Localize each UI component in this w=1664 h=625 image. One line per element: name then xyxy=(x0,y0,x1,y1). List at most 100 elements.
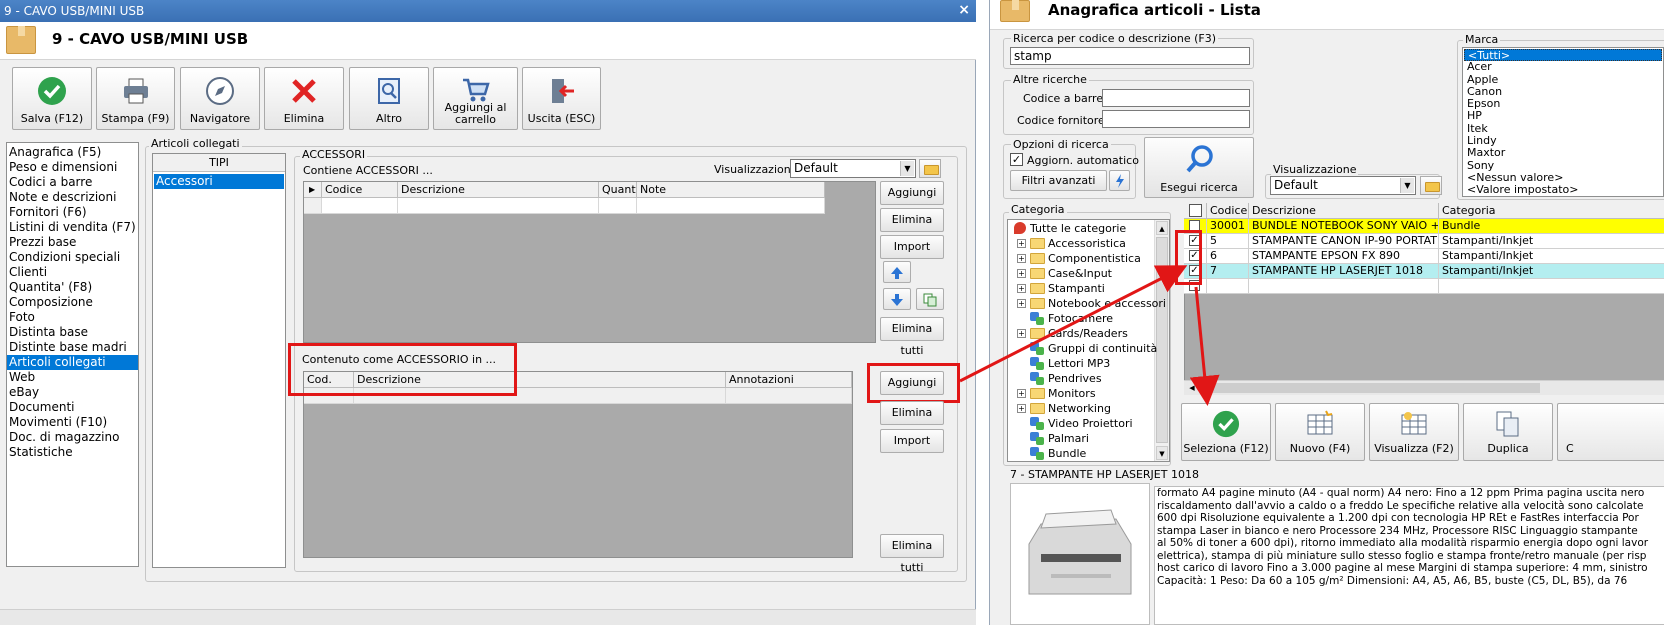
folder-icon[interactable] xyxy=(1420,176,1442,195)
contained-in-grid[interactable]: Cod. Descrizione Annotazioni xyxy=(303,371,853,558)
sidebar-item[interactable]: Doc. di magazzino xyxy=(7,430,138,445)
sidebar-item[interactable]: Distinte base madri xyxy=(7,340,138,355)
table-cell[interactable] xyxy=(322,198,398,214)
sidebar-item[interactable]: Distinta base xyxy=(7,325,138,340)
table-row[interactable]: ✓ 7 STAMPANTE HP LASERJET 1018 Stampanti/In… xyxy=(1184,264,1664,279)
search-input[interactable]: stamp xyxy=(1010,47,1250,65)
close-icon[interactable]: × xyxy=(958,2,970,18)
brand-item[interactable]: <Valore impostato> xyxy=(1464,184,1662,196)
move-down-button[interactable] xyxy=(883,288,911,310)
delete-all-accessories-button[interactable]: Elimina tutti xyxy=(880,317,944,357)
types-item-accessori[interactable]: Accessori xyxy=(154,174,284,189)
section-nav-list[interactable]: Anagrafica (F5) Peso e dimensioni Codici a… xyxy=(6,142,139,567)
col-descrizione[interactable]: Descrizione xyxy=(1248,203,1438,218)
sidebar-item[interactable]: eBay xyxy=(7,385,138,400)
expand-icon[interactable]: + xyxy=(1017,404,1026,413)
new-button[interactable]: Nuovo (F4) xyxy=(1275,403,1365,461)
view-record-button[interactable]: Visualizza (F2) xyxy=(1369,403,1459,461)
table-cell[interactable] xyxy=(599,198,637,214)
scroll-thumb[interactable] xyxy=(1200,383,1540,393)
auto-update-checkbox[interactable]: ✓ xyxy=(1010,153,1023,166)
table-row[interactable] xyxy=(304,198,322,214)
category-item[interactable]: Tutte le categorie xyxy=(1030,221,1126,236)
category-item[interactable]: Fotocamere xyxy=(1048,311,1113,326)
category-item[interactable]: Networking xyxy=(1048,401,1111,416)
brand-item[interactable]: <Tutti> xyxy=(1464,49,1662,62)
print-button[interactable]: Stampa (F9) xyxy=(96,67,175,130)
chevron-down-icon[interactable]: ▼ xyxy=(1400,178,1414,193)
category-item[interactable]: Stampanti xyxy=(1048,281,1105,296)
col-descrizione[interactable]: Descrizione xyxy=(398,182,599,198)
category-item[interactable]: Pendrives xyxy=(1048,371,1102,386)
folder-icon[interactable] xyxy=(919,159,941,178)
table-cell[interactable] xyxy=(726,388,852,404)
scroll-thumb[interactable] xyxy=(1156,237,1168,443)
sidebar-item[interactable]: Foto xyxy=(7,310,138,325)
sidebar-item[interactable]: Movimenti (F10) xyxy=(7,415,138,430)
col-annotazioni[interactable]: Annotazioni xyxy=(726,372,852,388)
sidebar-item[interactable]: Web xyxy=(7,370,138,385)
category-item[interactable]: Accessoristica xyxy=(1048,236,1126,251)
expand-icon[interactable]: + xyxy=(1017,269,1026,278)
sidebar-item[interactable]: Anagrafica (F5) xyxy=(7,145,138,160)
sidebar-item[interactable]: Clienti xyxy=(7,265,138,280)
advanced-filters-button[interactable]: Filtri avanzati xyxy=(1010,170,1107,191)
delete-all-containers-button[interactable]: Elimina tutti xyxy=(880,534,944,574)
category-item[interactable]: Video Proiettori xyxy=(1048,416,1133,431)
delete-button[interactable]: Elimina xyxy=(264,67,344,130)
sidebar-item[interactable]: Codici a barre xyxy=(7,175,138,190)
expand-icon[interactable]: + xyxy=(1017,329,1026,338)
brand-list[interactable]: <Tutti> Acer Apple Canon Epson HP Itek Lindy Max… xyxy=(1462,47,1664,197)
copy-button[interactable] xyxy=(916,288,944,310)
scroll-left-icon[interactable]: ◀ xyxy=(1186,382,1198,394)
h-scrollbar[interactable]: ◀ xyxy=(1184,380,1664,395)
add-to-cart-button[interactable]: Aggiungi al carrello xyxy=(433,67,518,130)
other-button[interactable]: Altro xyxy=(349,67,429,130)
sidebar-item[interactable]: Condizioni speciali xyxy=(7,250,138,265)
sidebar-item[interactable]: Peso e dimensioni xyxy=(7,160,138,175)
category-item[interactable]: Notebook e accessori xyxy=(1048,296,1166,311)
sidebar-item[interactable]: Note e descrizioni xyxy=(7,190,138,205)
more-button[interactable]: C xyxy=(1557,403,1664,461)
select-all-checkbox[interactable] xyxy=(1189,204,1202,217)
sidebar-item[interactable]: Quantita' (F8) xyxy=(7,280,138,295)
table-cell[interactable] xyxy=(637,198,825,214)
category-item[interactable]: Palmari xyxy=(1048,431,1089,446)
accessories-grid[interactable]: ▶ Codice Descrizione Quant. Note xyxy=(303,181,876,343)
table-row[interactable] xyxy=(1184,279,1664,294)
expand-icon[interactable]: + xyxy=(1017,389,1026,398)
category-item[interactable]: Monitors xyxy=(1048,386,1096,401)
col-categoria[interactable]: Categoria xyxy=(1438,203,1664,218)
category-item[interactable]: Bundle xyxy=(1048,446,1086,461)
lightning-button[interactable] xyxy=(1109,170,1130,191)
view-select[interactable]: Default ▼ xyxy=(790,159,916,178)
category-item[interactable]: Lettori MP3 xyxy=(1048,356,1110,371)
scroll-down-icon[interactable]: ▼ xyxy=(1156,446,1168,460)
col-quant[interactable]: Quant. xyxy=(599,182,637,198)
col-note[interactable]: Note xyxy=(637,182,825,198)
table-cell[interactable] xyxy=(398,198,599,214)
sidebar-item[interactable]: Documenti xyxy=(7,400,138,415)
move-up-button[interactable] xyxy=(883,261,911,283)
types-list[interactable]: TIPI Accessori xyxy=(152,153,286,568)
add-accessory-button[interactable]: Aggiungi xyxy=(880,181,944,205)
view-select[interactable]: Default ▼ xyxy=(1270,176,1416,195)
delete-accessory-button[interactable]: Elimina xyxy=(880,208,944,232)
sidebar-item[interactable]: Listini di vendita (F7) xyxy=(7,220,138,235)
sidebar-item[interactable]: Composizione xyxy=(7,295,138,310)
expand-icon[interactable]: + xyxy=(1017,254,1026,263)
category-item[interactable]: Componentistica xyxy=(1048,251,1141,266)
brand-item[interactable]: HP xyxy=(1464,110,1662,122)
sidebar-item[interactable]: Fornitori (F6) xyxy=(7,205,138,220)
import-container-button[interactable]: Import xyxy=(880,429,944,453)
table-row[interactable]: 30001BUNDLE NOTEBOOK SONY VAIO + ST...Bu… xyxy=(1184,219,1664,234)
table-row[interactable]: ✓ 6 STAMPANTE EPSON FX 890 Stampanti/Inkjet xyxy=(1184,249,1664,264)
run-search-button[interactable]: Esegui ricerca xyxy=(1144,137,1254,198)
table-row[interactable]: ✓ 5 STAMPANTE CANON IP-90 PORTATILE Stampan… xyxy=(1184,234,1664,249)
category-item[interactable]: Cards/Readers xyxy=(1048,326,1128,341)
brand-item[interactable]: Acer xyxy=(1464,61,1662,73)
delete-container-button[interactable]: Elimina xyxy=(880,401,944,425)
sidebar-item[interactable]: Articoli collegati xyxy=(7,355,138,370)
chevron-down-icon[interactable]: ▼ xyxy=(900,161,914,176)
category-item[interactable]: Gruppi di continuità xyxy=(1048,341,1157,356)
